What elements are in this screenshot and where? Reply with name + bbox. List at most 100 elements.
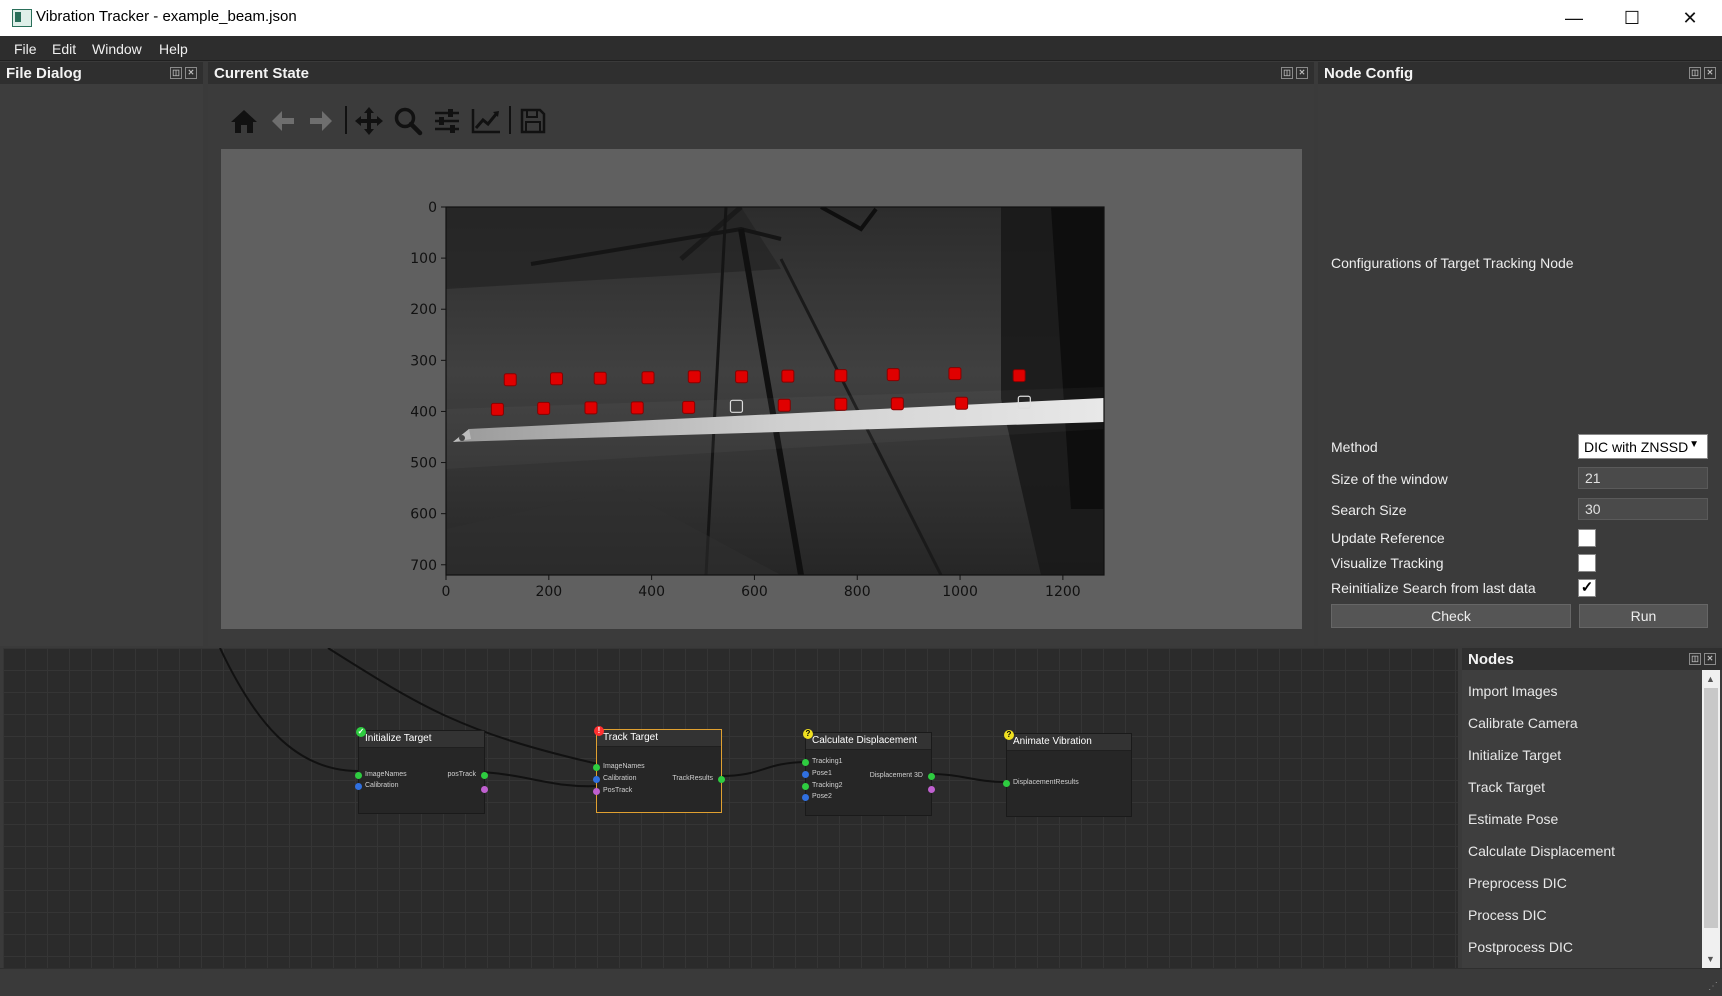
menu-edit[interactable]: Edit <box>52 41 76 57</box>
input-port[interactable] <box>355 783 362 790</box>
x-tick-label: 400 <box>638 584 665 600</box>
list-item[interactable]: Postprocess DIC <box>1468 939 1573 955</box>
port-label: Calibration <box>603 775 637 782</box>
port-label: Calibration <box>365 782 399 789</box>
update-reference-checkbox[interactable] <box>1578 529 1596 547</box>
x-tick-label: 0 <box>442 584 451 600</box>
list-item[interactable]: Track Target <box>1468 779 1545 795</box>
node-header: Initialize Target <box>359 731 484 748</box>
float-icon[interactable]: ◫ <box>1689 653 1701 665</box>
plot-axes[interactable]: 0 200 400 600 800 1000 1200 0 100 200 300 400 500 60… <box>221 149 1302 629</box>
check-button[interactable]: Check <box>1331 604 1571 628</box>
input-port[interactable] <box>593 776 600 783</box>
input-port[interactable] <box>802 794 809 801</box>
reinitialize-search-checkbox[interactable]: ✓ <box>1578 579 1596 597</box>
list-item[interactable]: Estimate Pose <box>1468 811 1558 827</box>
input-port[interactable] <box>355 772 362 779</box>
menu-window[interactable]: Window <box>92 41 142 57</box>
status-pending-icon: ? <box>803 729 813 739</box>
port-label: ImageNames <box>365 771 407 778</box>
node-config-header: Node Config ◫ ✕ <box>1318 62 1722 84</box>
forward-arrow-icon[interactable] <box>304 104 338 138</box>
list-item[interactable]: Process DIC <box>1468 907 1547 923</box>
input-port[interactable] <box>802 759 809 766</box>
node-editor-canvas[interactable]: Initialize Target ImageNames Calibration… <box>3 648 1458 968</box>
port-label: TrackResults <box>672 775 713 782</box>
target-marker <box>890 397 904 411</box>
window-size-input[interactable] <box>1578 467 1708 489</box>
list-item[interactable]: Calibrate Camera <box>1468 715 1578 731</box>
output-port[interactable] <box>928 773 935 780</box>
home-icon[interactable] <box>227 104 261 138</box>
x-axis-ticks: 0 200 400 600 800 1000 1200 <box>442 575 1081 600</box>
y-axis-ticks: 0 100 200 300 400 500 600 700 <box>410 200 446 574</box>
back-arrow-icon[interactable] <box>266 104 300 138</box>
menu-file[interactable]: File <box>14 41 37 57</box>
zoom-icon[interactable] <box>391 104 425 138</box>
port-label: Pose2 <box>812 793 832 800</box>
output-port[interactable] <box>481 786 488 793</box>
visualize-tracking-checkbox[interactable] <box>1578 554 1596 572</box>
list-item[interactable]: Import Images <box>1468 683 1557 699</box>
search-size-input[interactable] <box>1578 498 1708 520</box>
target-marker <box>834 369 848 383</box>
scroll-down-icon[interactable]: ▼ <box>1706 954 1715 964</box>
edit-axis-icon[interactable] <box>469 104 503 138</box>
list-item[interactable]: Initialize Target <box>1468 747 1561 763</box>
menu-help[interactable]: Help <box>159 41 188 57</box>
run-button[interactable]: Run <box>1579 604 1708 628</box>
float-icon[interactable]: ◫ <box>1689 67 1701 79</box>
method-select[interactable]: DIC with ZNSSD ▼ <box>1578 434 1708 459</box>
target-marker <box>490 402 504 416</box>
output-port[interactable] <box>481 772 488 779</box>
status-ok-icon: ✓ <box>356 727 366 737</box>
node-animate-vibration[interactable]: Animate Vibration DisplacementResults ? <box>1003 730 1132 817</box>
port-label: PosTrack <box>603 787 633 794</box>
minimize-icon: — <box>1565 7 1583 28</box>
save-icon[interactable] <box>516 104 550 138</box>
port-label: Tracking2 <box>812 782 843 789</box>
pan-icon[interactable] <box>352 104 386 138</box>
list-item[interactable]: Calculate Displacement <box>1468 843 1615 859</box>
output-port[interactable] <box>718 776 725 783</box>
port-label: Displacement 3D <box>869 772 923 779</box>
scroll-up-icon[interactable]: ▲ <box>1706 674 1715 684</box>
node-initialize-target[interactable]: Initialize Target ImageNames Calibration… <box>355 727 488 814</box>
minimize-button[interactable]: — <box>1545 0 1603 36</box>
node-calculate-displacement[interactable]: Calculate Displacement Tracking1 Pose1 T… <box>802 729 935 816</box>
configure-subplots-icon[interactable] <box>430 104 464 138</box>
input-port[interactable] <box>593 764 600 771</box>
nodes-scrollbar[interactable]: ▲ ▼ <box>1702 670 1720 968</box>
search-size-label: Search Size <box>1331 502 1407 518</box>
port-label: Pose1 <box>812 770 832 777</box>
scrollbar-thumb[interactable] <box>1704 688 1718 928</box>
close-icon[interactable]: ✕ <box>1296 67 1308 79</box>
input-port[interactable] <box>802 783 809 790</box>
method-label: Method <box>1331 439 1378 455</box>
input-port[interactable] <box>802 771 809 778</box>
nodes-list: Import Images Calibrate Camera Initializ… <box>1462 670 1702 968</box>
app-icon <box>12 9 32 27</box>
node-track-target[interactable]: Track Target ImageNames Calibration PosT… <box>593 726 725 813</box>
input-port[interactable] <box>1003 780 1010 787</box>
target-marker <box>834 397 848 411</box>
close-icon[interactable]: ✕ <box>1704 67 1716 79</box>
current-state-title: Current State <box>214 65 310 82</box>
close-button[interactable]: ✕ <box>1661 0 1719 36</box>
node-title: Animate Vibration <box>1013 736 1092 747</box>
float-icon[interactable]: ◫ <box>1281 67 1293 79</box>
maximize-button[interactable]: ☐ <box>1603 0 1661 36</box>
status-bar: ⋰ <box>0 968 1722 996</box>
list-item[interactable]: Preprocess DIC <box>1468 875 1567 891</box>
nodes-title: Nodes <box>1468 651 1514 668</box>
resize-grip-icon[interactable]: ⋰ <box>1708 981 1718 992</box>
window-size-label: Size of the window <box>1331 471 1448 487</box>
input-port[interactable] <box>593 788 600 795</box>
float-icon[interactable]: ◫ <box>170 67 182 79</box>
node-config-description: Configurations of Target Tracking Node <box>1331 255 1574 271</box>
output-port[interactable] <box>928 786 935 793</box>
y-tick-label: 400 <box>410 404 437 420</box>
port-label: posTrack <box>447 771 476 778</box>
close-icon[interactable]: ✕ <box>1704 653 1716 665</box>
close-icon[interactable]: ✕ <box>185 67 197 79</box>
